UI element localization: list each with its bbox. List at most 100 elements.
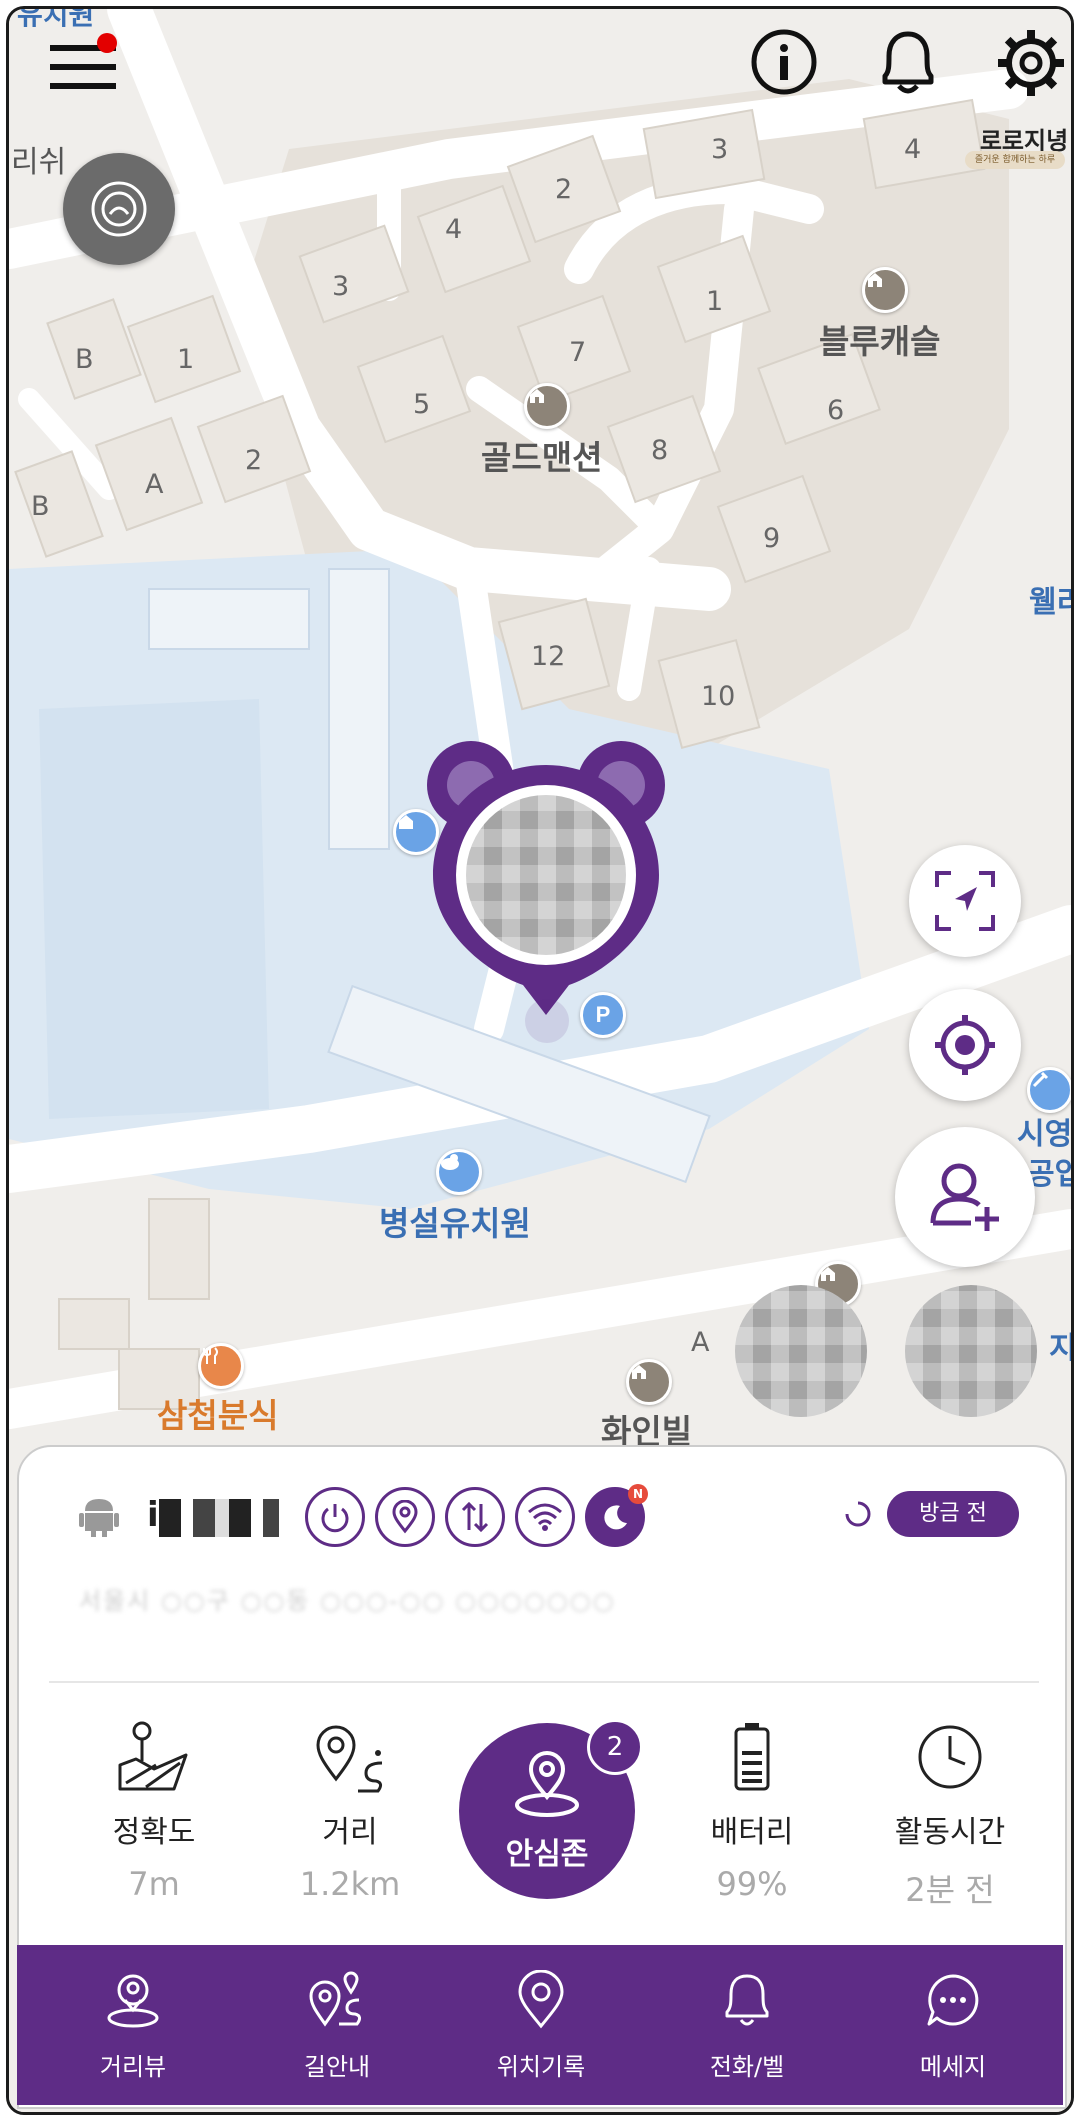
user-location-marker[interactable] [423,735,669,1015]
nav-label: 길안내 [303,2053,371,2081]
safezone-label: 안심존 [505,1837,589,1872]
building-number: B [31,491,50,522]
nav-location-history[interactable]: 위치기록 [461,1965,621,2082]
apartment-icon[interactable] [524,383,570,429]
app-frame: 3 4 2 4 1 3 7 5 B 1 8 6 A 2 B 9 12 10 블루… [6,6,1074,2115]
poi-label: 병설유치원 [379,1204,531,1243]
building-number: A [691,1327,710,1358]
device-name: i [147,1495,159,1535]
settings-button[interactable] [995,27,1067,99]
route-icon [316,1725,383,1793]
bell-icon [882,31,934,94]
stat-value: 2분 전 [905,1871,995,1909]
poi-label: 삼첩분식 [157,1396,279,1435]
building-number: 1 [177,344,195,375]
building-number: 1 [706,286,724,317]
building-number: A [145,469,164,500]
apartment-icon[interactable] [626,1359,672,1405]
member-avatar[interactable] [905,1285,1037,1417]
info-button[interactable] [749,27,819,97]
stat-label: 활동시간 [894,1815,1006,1850]
data-transfer-icon [461,1501,489,1533]
divider [49,1681,1039,1683]
repair-icon[interactable] [1027,1067,1071,1113]
satellite-icon [91,181,147,237]
wifi-icon [528,1503,562,1531]
nav-label: 위치기록 [496,2053,586,2081]
building-number: 5 [413,389,431,420]
last-updated-badge: 방금 전 [887,1491,1019,1537]
notification-button[interactable] [873,25,943,99]
nav-label: 거리뷰 [99,2053,167,2081]
stat-label: 배터리 [710,1815,794,1850]
stat-value: 1.2km [299,1865,401,1903]
nav-message[interactable]: 메세지 [873,1965,1033,2082]
power-icon [321,1504,349,1533]
directions-icon [309,1971,362,2027]
building-number: 10 [701,681,736,712]
poi-label-partial: 웰리 [1029,585,1071,620]
chat-icon [927,1974,979,2026]
new-badge: N [628,1484,648,1504]
battery-icon [734,1723,770,1791]
building-number: 3 [332,271,350,302]
my-location-button[interactable] [909,989,1021,1101]
crosshair-icon [935,1015,995,1075]
bottom-navigation: 거리뷰 길안내 위치기록 전화/벨 메세지 [17,1945,1063,2105]
power-status [305,1487,365,1547]
nav-directions[interactable]: 길안내 [257,1965,417,2082]
poi-label: 블루캐슬 [819,322,941,361]
nav-distance-view[interactable]: 거리뷰 [53,1965,213,2082]
member-avatar[interactable] [735,1285,867,1417]
gps-status [375,1487,435,1547]
poi-label-partial: 지 [1049,1331,1074,1366]
safezone-count-badge: 2 [587,1719,643,1775]
building-number: 4 [445,214,463,245]
location-pin-icon [518,1970,564,2029]
restaurant-icon[interactable] [198,1343,244,1389]
building-number: 8 [651,435,669,466]
map-pin-accuracy-icon [118,1721,188,1791]
moon-icon [604,1505,627,1530]
fit-bounds-button[interactable] [909,845,1021,957]
building-number: 2 [245,445,263,476]
stat-value: 7m [128,1865,180,1903]
battery-stat: 배터리 99% [667,1717,837,1903]
accuracy-stat: 정확도 7m [69,1717,239,1903]
location-icon [392,1500,418,1534]
notification-dot [97,33,117,53]
kindergarten-icon[interactable] [436,1149,482,1195]
user-avatar [466,795,626,955]
add-member-button[interactable] [895,1127,1035,1267]
safezone-icon [515,1751,579,1817]
gear-icon [998,30,1064,96]
device-address: 서울시 ○○구 ○○동 ○○○-○○ ○○○○○○○ [79,1587,616,1615]
nav-call-bell[interactable]: 전화/벨 [667,1965,827,2082]
device-name-blurred [159,1499,279,1537]
street-view-icon [107,1974,159,2028]
poi-label: 골드맨션 [481,438,603,477]
android-icon [79,1493,119,1541]
building-number: 6 [827,395,845,426]
nav-label: 전화/벨 [709,2053,785,2081]
building-number: 4 [904,134,922,165]
clock-icon [918,1725,982,1789]
apartment-icon[interactable] [862,267,908,313]
map-mode-button[interactable] [63,153,175,265]
activity-stat: 활동시간 2분 전 [865,1717,1035,1911]
poi-label-partial: 리쉬 [11,145,67,180]
night-mode-status: N [585,1484,648,1547]
building-number: 12 [531,641,566,672]
distance-stat: 거리 1.2km [265,1717,435,1903]
wifi-status [515,1487,575,1547]
building-number: 2 [555,174,573,205]
brand-tagline: 즐거운 함께하는 하루 [965,151,1065,169]
loading-icon [845,1501,871,1527]
refresh-spinner[interactable] [845,1501,871,1527]
nav-label: 메세지 [919,2053,987,2081]
poi-label-partial: 시영자동 [1017,1117,1073,1152]
stat-label: 거리 [322,1815,378,1850]
info-icon [751,29,817,95]
navigation-frame-icon [935,871,995,931]
building-number: 3 [711,134,729,165]
